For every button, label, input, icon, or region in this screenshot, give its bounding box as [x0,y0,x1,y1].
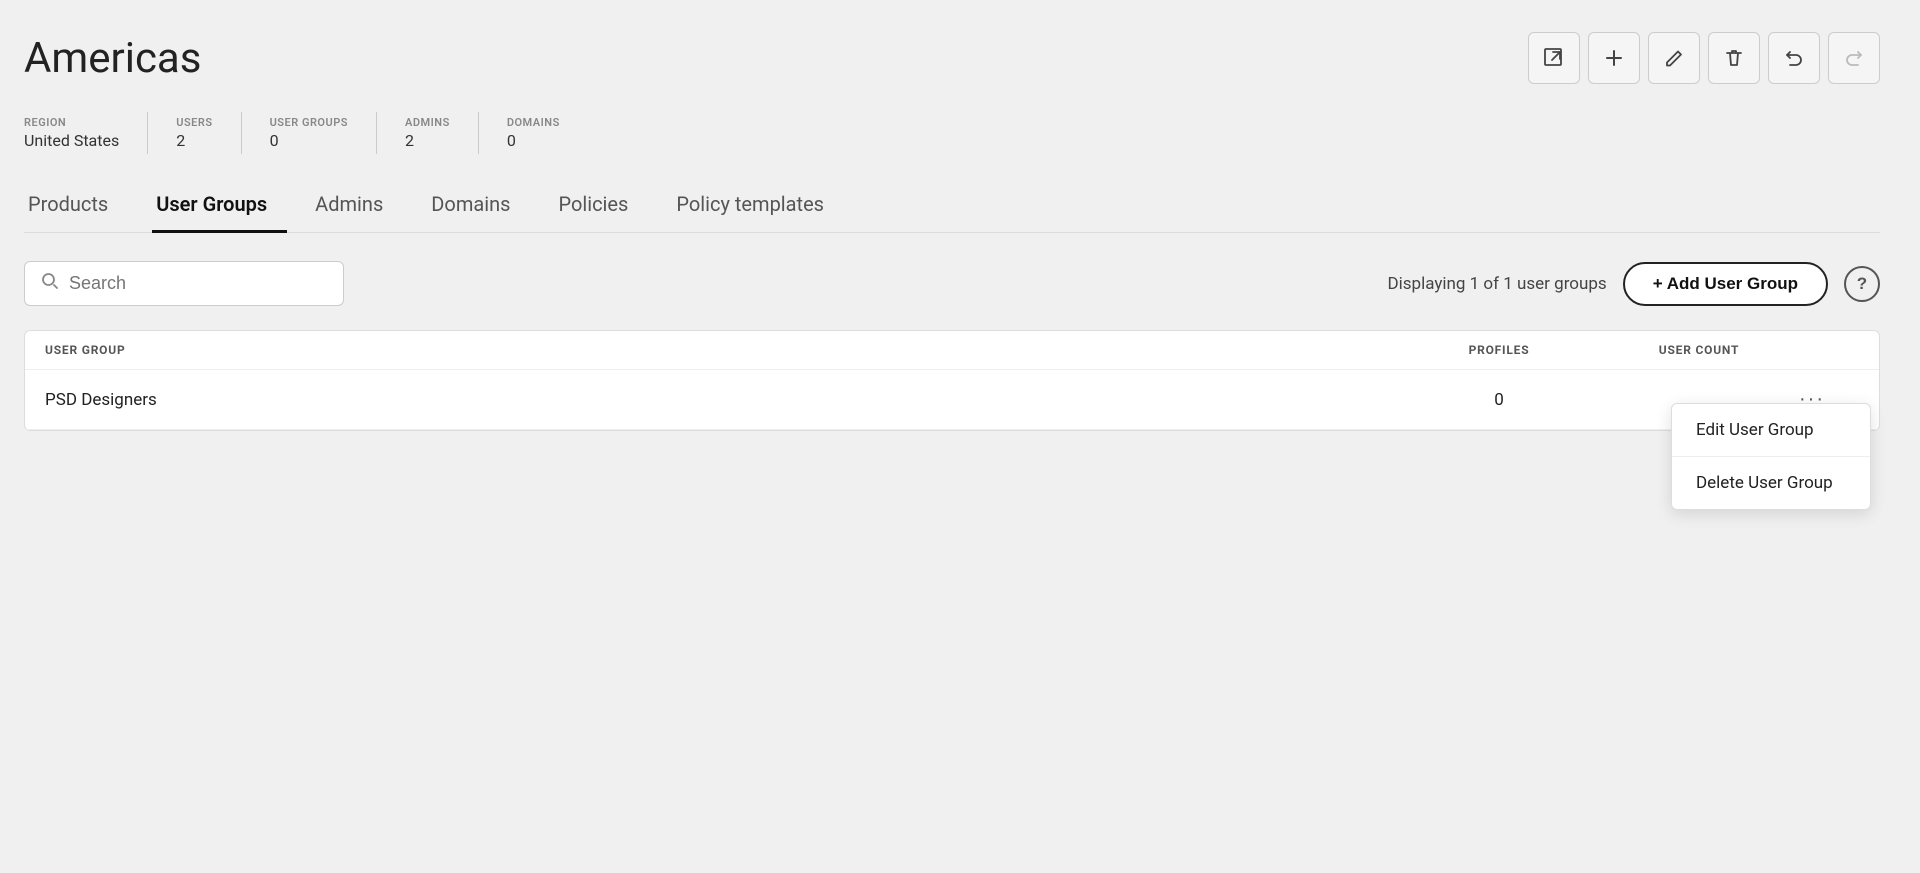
stat-region: REGION United States [24,112,148,154]
stat-users-label: USERS [176,116,212,129]
external-link-icon [1543,47,1565,69]
stat-admins: ADMINS 2 [405,112,479,154]
context-menu-delete[interactable]: Delete User Group [1672,457,1870,509]
col-user-group: USER GROUP [45,343,1399,357]
search-wrapper [24,261,344,306]
undo-button[interactable] [1768,32,1820,84]
pencil-icon [1664,48,1684,68]
tab-policy-templates[interactable]: Policy templates [672,182,844,233]
stat-user-groups: USER GROUPS 0 [270,112,377,154]
context-menu-edit[interactable]: Edit User Group [1672,404,1870,457]
displaying-text: Displaying 1 of 1 user groups [1387,274,1606,294]
col-profiles: PROFILES [1399,343,1599,357]
tab-policies[interactable]: Policies [554,182,648,233]
content: Displaying 1 of 1 user groups + Add User… [24,233,1880,431]
stats-bar: REGION United States USERS 2 USER GROUPS… [24,112,1880,154]
user-groups-table: USER GROUP PROFILES USER COUNT PSD Desig… [24,330,1880,431]
tab-domains[interactable]: Domains [427,182,530,233]
actions-row: Displaying 1 of 1 user groups + Add User… [24,261,1880,306]
external-link-button[interactable] [1528,32,1580,84]
table-row: PSD Designers 0 ··· [25,370,1879,430]
stat-domains-label: DOMAINS [507,116,560,129]
tab-products[interactable]: Products [24,182,128,233]
add-user-group-button[interactable]: + Add User Group [1623,262,1828,306]
redo-icon [1843,47,1865,69]
stat-admins-label: ADMINS [405,116,450,129]
table-header: USER GROUP PROFILES USER COUNT [25,331,1879,370]
plus-icon [1604,48,1624,68]
stat-domains: DOMAINS 0 [507,112,588,154]
actions-right: Displaying 1 of 1 user groups + Add User… [1387,262,1880,306]
col-user-count: USER COUNT [1599,343,1799,357]
help-button[interactable]: ? [1844,266,1880,302]
stat-user-groups-label: USER GROUPS [270,116,348,129]
toolbar [1528,32,1880,84]
stat-domains-value: 0 [507,131,560,150]
edit-button[interactable] [1648,32,1700,84]
col-actions [1799,343,1859,357]
trash-icon [1724,48,1744,68]
search-input[interactable] [69,273,327,294]
stat-region-label: REGION [24,116,119,129]
tabs: Products User Groups Admins Domains Poli… [24,182,1880,233]
add-button[interactable] [1588,32,1640,84]
delete-button[interactable] [1708,32,1760,84]
cell-profiles: 0 [1399,390,1599,410]
stat-admins-value: 2 [405,131,450,150]
stat-region-value: United States [24,131,119,150]
stat-users: USERS 2 [176,112,241,154]
context-menu: Edit User Group Delete User Group [1671,403,1871,510]
page-title: Americas [24,34,201,83]
undo-icon [1783,47,1805,69]
tab-user-groups[interactable]: User Groups [152,182,287,233]
stat-user-groups-value: 0 [270,131,348,150]
stat-users-value: 2 [176,131,212,150]
header: Americas [24,32,1880,84]
redo-button[interactable] [1828,32,1880,84]
tab-admins[interactable]: Admins [311,182,403,233]
search-icon [41,272,59,295]
cell-group-name: PSD Designers [45,390,1399,410]
page: Americas [0,0,1920,873]
